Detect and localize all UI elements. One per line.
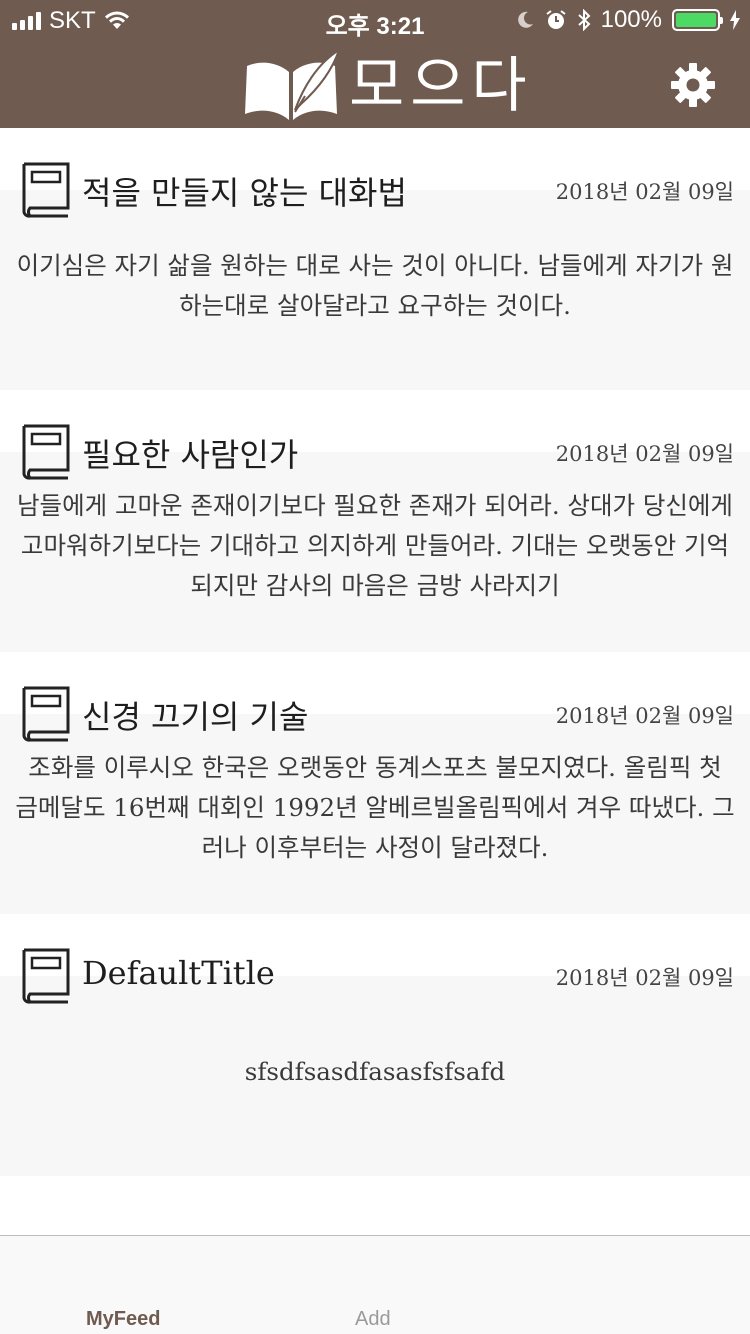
gear-icon[interactable] (670, 62, 716, 108)
card-body: 조화를 이루시오 한국은 오랫동안 동계스포츠 불모지였다. 올림픽 첫 금메달… (15, 753, 735, 862)
book-icon (22, 424, 70, 480)
card-body: sfsdfsasdfasasfsfsafd (244, 1057, 506, 1086)
status-bar: SKT 오후 3:21 100% (0, 0, 750, 40)
card-body: 이기심은 자기 삶을 원하는 대로 사는 것이 아니다. 남들에게 자기가 원하… (16, 251, 734, 320)
battery-percent: 100% (600, 6, 662, 33)
card-title: 필요한 사람인가 (82, 436, 299, 474)
moon-icon (517, 11, 533, 28)
card-body: 남들에게 고마운 존재이기보다 필요한 존재가 되어라. 상대가 당신에게 고마… (17, 491, 733, 600)
nav-bar: 모으다 (0, 40, 750, 128)
card-date: 2018년 02월 09일 (555, 442, 734, 466)
tab-add[interactable]: Add (355, 1308, 391, 1331)
alarm-icon (546, 10, 566, 29)
bluetooth-icon (577, 9, 591, 31)
book-icon (22, 162, 70, 218)
book-icon (22, 948, 70, 1004)
app-brand: 모으다 (243, 48, 533, 124)
feed-list: 적을 만들지 않는 대화법 2018년 02월 09일 이기심은 자기 삶을 원… (0, 128, 750, 1176)
card-date: 2018년 02월 09일 (555, 704, 734, 728)
card-date: 2018년 02월 09일 (555, 966, 734, 990)
tab-myfeed[interactable]: MyFeed (86, 1308, 160, 1331)
book-icon (22, 686, 70, 742)
charging-icon (730, 10, 740, 30)
card-title: 적을 만들지 않는 대화법 (82, 174, 407, 212)
card-title: DefaultTitle (82, 954, 275, 992)
top-bar: SKT 오후 3:21 100% 모으다 (0, 0, 750, 128)
app-title: 모으다 (349, 51, 533, 121)
feed-card[interactable]: DefaultTitle 2018년 02월 09일 sfsdfsasdfasa… (0, 914, 750, 1176)
feed-card[interactable]: 적을 만들지 않는 대화법 2018년 02월 09일 이기심은 자기 삶을 원… (0, 128, 750, 390)
card-title: 신경 끄기의 기술 (82, 698, 309, 736)
open-book-quill-icon (245, 48, 341, 122)
card-date: 2018년 02월 09일 (555, 180, 734, 204)
feed-card[interactable]: 필요한 사람인가 2018년 02월 09일 남들에게 고마운 존재이기보다 필… (0, 390, 750, 652)
feed-card[interactable]: 신경 끄기의 기술 2018년 02월 09일 조화를 이루시오 한국은 오랫동… (0, 652, 750, 914)
battery-icon (672, 9, 723, 31)
tab-bar: MyFeed Add (0, 1235, 750, 1334)
